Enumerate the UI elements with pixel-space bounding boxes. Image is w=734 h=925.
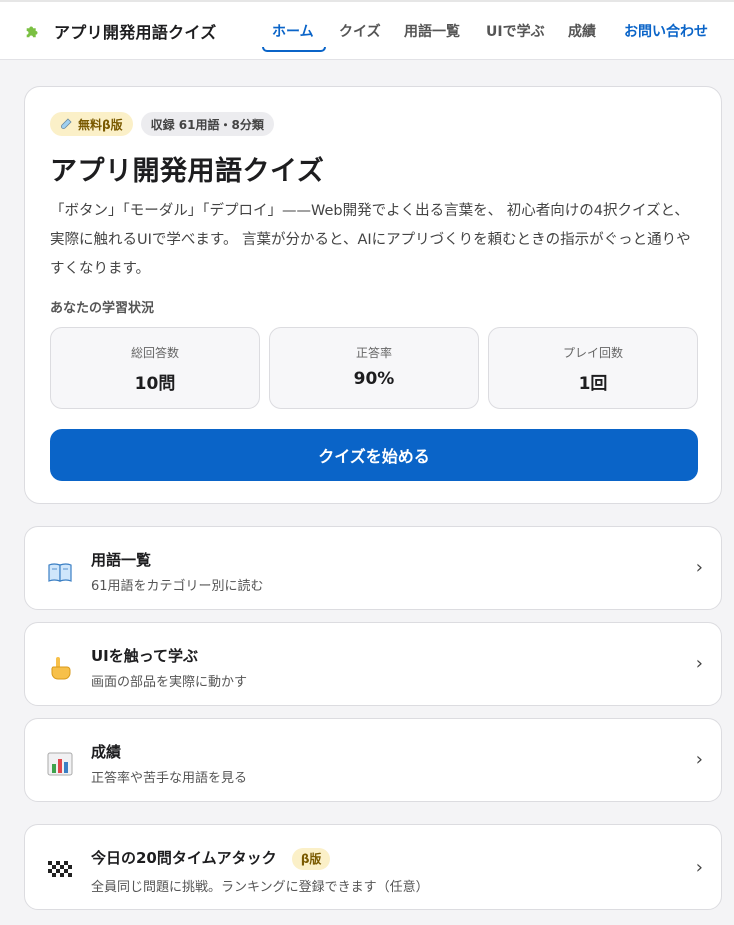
card-subtitle: 正答率や苦手な用語を見る: [91, 771, 248, 786]
learning-status-heading: あなたの学習状況: [50, 301, 155, 316]
stat-value: 1回: [578, 374, 608, 394]
card-subtitle: 全員同じ問題に挑戦。ランキングに登録できます（任意）: [91, 880, 429, 895]
nav-home[interactable]: ホーム: [272, 21, 314, 41]
puzzle-piece-icon: [26, 26, 38, 38]
book-icon: [48, 563, 72, 582]
badge-row: 無料β版 収録 61用語・8分類: [50, 112, 274, 136]
beta-badge: β版: [291, 847, 331, 870]
card-subtitle: 61用語をカテゴリー別に読む: [91, 579, 264, 594]
checkered-flag-icon: [48, 861, 72, 879]
stat-value: 10問: [134, 374, 176, 394]
brand-title: アプリ開発用語クイズ: [54, 23, 217, 42]
stat-value: 90%: [353, 369, 395, 389]
nav-glossary[interactable]: 用語一覧: [404, 21, 460, 41]
card-glossary[interactable]: 用語一覧 61用語をカテゴリー別に読む ›: [24, 526, 722, 610]
nav-results[interactable]: 成績: [568, 21, 596, 41]
nav-contact[interactable]: お問い合わせ: [624, 21, 708, 41]
card-title: 今日の20問タイムアタック β版: [91, 847, 331, 870]
stat-play-count: プレイ回数 1回: [488, 327, 698, 409]
stat-label: プレイ回数: [562, 346, 623, 360]
card-ui-learn[interactable]: UIを触って学ぶ 画面の部品を実際に動かす ›: [24, 622, 722, 706]
card-results[interactable]: 成績 正答率や苦手な用語を見る ›: [24, 718, 722, 802]
stats-row: 総回答数 10問 正答率 90% プレイ回数 1回: [50, 327, 698, 409]
stat-label: 正答率: [355, 346, 392, 360]
pointing-hand-icon: [51, 657, 71, 680]
test-tube-icon: [61, 118, 72, 129]
chevron-right-icon: ›: [695, 653, 703, 674]
beta-badge: 無料β版: [50, 112, 133, 136]
stat-accuracy: 正答率 90%: [269, 327, 479, 409]
page-title: アプリ開発用語クイズ: [50, 156, 325, 187]
chevron-right-icon: ›: [695, 557, 703, 578]
nav-quiz[interactable]: クイズ: [339, 21, 381, 41]
chevron-right-icon: ›: [695, 857, 703, 878]
nav-active-indicator: [262, 47, 326, 52]
card-title: 成績: [91, 743, 122, 761]
hero-card: 無料β版 収録 61用語・8分類 アプリ開発用語クイズ 「ボタン」「モーダル」「…: [24, 86, 722, 504]
stat-label: 総回答数: [130, 346, 179, 360]
chevron-right-icon: ›: [695, 749, 703, 770]
beta-badge-label: 無料β版: [78, 117, 123, 132]
brand[interactable]: アプリ開発用語クイズ: [24, 19, 217, 43]
bar-chart-icon: [47, 752, 73, 776]
start-quiz-button[interactable]: クイズを始める: [50, 429, 698, 481]
card-title: 用語一覧: [91, 551, 152, 569]
card-title-text: 今日の20問タイムアタック: [91, 849, 277, 867]
nav-ui-learn[interactable]: UIで学ぶ: [486, 21, 545, 41]
top-navigation-bar: アプリ開発用語クイズ ホーム クイズ 用語一覧 UIで学ぶ 成績 お問い合わせ: [0, 0, 734, 60]
page-description: 「ボタン」「モーダル」「デプロイ」——Web開発でよく出る言葉を、 初心者向けの…: [50, 203, 691, 277]
card-subtitle: 画面の部品を実際に動かす: [91, 675, 248, 690]
card-title: UIを触って学ぶ: [91, 647, 199, 665]
stat-total-answers: 総回答数 10問: [50, 327, 260, 409]
term-count-badge: 収録 61用語・8分類: [140, 112, 274, 136]
card-time-attack[interactable]: 今日の20問タイムアタック β版 全員同じ問題に挑戦。ランキングに登録できます（…: [24, 824, 722, 910]
